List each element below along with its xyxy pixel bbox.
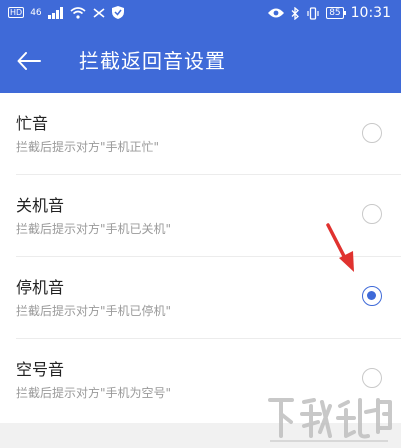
option-title: 关机音	[16, 196, 65, 215]
wifi-icon	[70, 6, 86, 19]
option-power-off-tone[interactable]: 关机音 拦截后提示对方"手机已关机"	[0, 175, 401, 257]
radio-busy-tone[interactable]	[362, 123, 382, 143]
option-title: 忙音	[16, 114, 49, 133]
hd-badge: HD	[8, 7, 25, 18]
back-button[interactable]	[12, 44, 46, 78]
app-header: HD 46 85 10:31 拦截返回音设置	[0, 0, 401, 93]
network-type-label: 46	[30, 7, 42, 18]
shield-icon	[111, 6, 124, 19]
toolbar: 拦截返回音设置	[0, 36, 401, 86]
option-subtitle: 拦截后提示对方"手机为空号"	[16, 386, 172, 400]
back-arrow-icon	[17, 52, 41, 70]
vibrate-icon	[307, 6, 319, 20]
page-title: 拦截返回音设置	[79, 49, 226, 73]
option-subtitle: 拦截后提示对方"手机已关机"	[16, 222, 172, 236]
option-suspended-tone[interactable]: 停机音 拦截后提示对方"手机已停机"	[0, 257, 401, 339]
option-busy-tone[interactable]: 忙音 拦截后提示对方"手机正忙"	[0, 93, 401, 175]
bluetooth-icon	[291, 6, 300, 20]
call-blocked-icon	[93, 7, 105, 18]
status-time: 10:31	[350, 5, 391, 21]
status-right: 85 10:31	[268, 5, 391, 21]
option-subtitle: 拦截后提示对方"手机正忙"	[16, 140, 160, 154]
battery-indicator: 85	[326, 7, 347, 19]
radio-empty-number-tone[interactable]	[362, 368, 382, 388]
option-empty-number-tone[interactable]: 空号音 拦截后提示对方"手机为空号"	[0, 339, 401, 421]
tone-option-list: 忙音 拦截后提示对方"手机正忙" 关机音 拦截后提示对方"手机已关机" 停机音 …	[0, 93, 401, 423]
option-title: 停机音	[16, 278, 65, 297]
option-title: 空号音	[16, 360, 65, 379]
status-bar: HD 46 85 10:31	[0, 0, 401, 28]
radio-suspended-tone[interactable]	[362, 286, 382, 306]
signal-icon	[47, 6, 63, 19]
radio-power-off-tone[interactable]	[362, 204, 382, 224]
status-left: HD 46	[8, 6, 124, 19]
eye-icon	[268, 8, 285, 18]
option-subtitle: 拦截后提示对方"手机已停机"	[16, 304, 172, 318]
